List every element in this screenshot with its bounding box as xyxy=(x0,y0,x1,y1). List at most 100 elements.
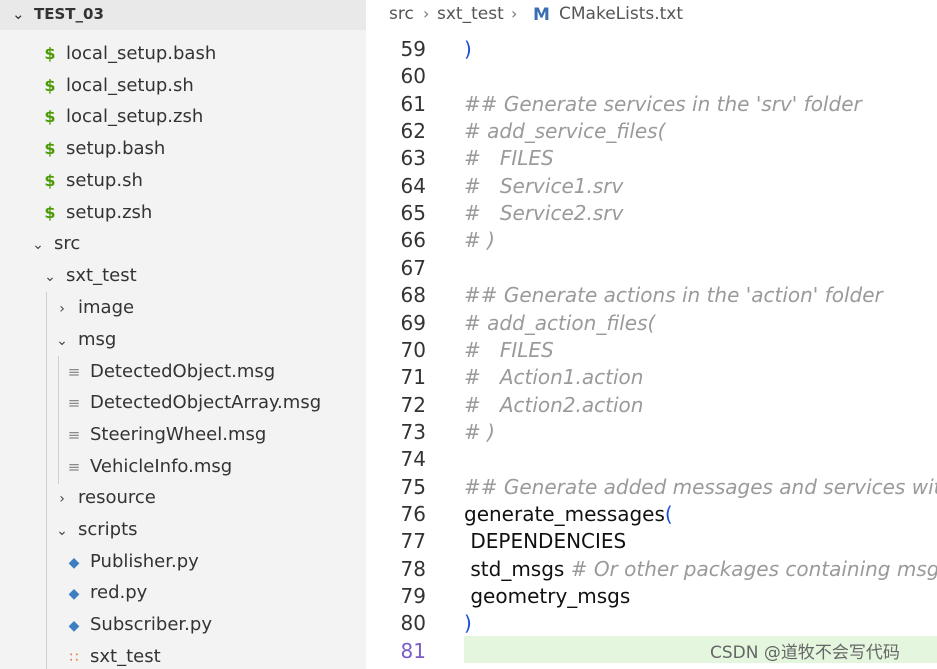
code-text: # Service2.srv xyxy=(464,201,624,225)
tree-item-label: Publisher.py xyxy=(90,551,199,572)
code-text: # FILES xyxy=(464,146,554,170)
tree-item-subscriber-py[interactable]: ◆ Subscriber.py xyxy=(64,610,212,640)
tree-indent-guide xyxy=(58,356,59,484)
line-number: 67 xyxy=(400,256,426,280)
chevron-right-icon: › xyxy=(423,4,430,23)
code-line[interactable]: std_msgs # Or other packages containing … xyxy=(464,556,937,583)
tree-folder-scripts[interactable]: ⌄ scripts xyxy=(52,515,137,545)
code-text: # ) xyxy=(464,420,495,444)
code-text: # Action2.action xyxy=(464,393,644,417)
code-line[interactable]: ## Generate services in the 'srv' folder xyxy=(464,91,862,118)
tree-indent-guide xyxy=(46,292,47,669)
tree-item-label: setup.bash xyxy=(66,138,166,159)
breadcrumb-item-sxt-test[interactable]: sxt_test xyxy=(437,4,504,24)
dollar-icon: $ xyxy=(44,203,56,222)
tree-item-detectedobject-msg[interactable]: ≡ DetectedObject.msg xyxy=(64,357,276,387)
tree-folder-src[interactable]: ⌄ src xyxy=(28,229,80,259)
chevron-right-icon: › xyxy=(511,4,518,23)
breadcrumb-item-cmakelists[interactable]: CMakeLists.txt xyxy=(559,4,683,24)
cmake-file-icon: M xyxy=(533,5,550,25)
code-line[interactable]: generate_messages( xyxy=(464,501,673,528)
line-number: 77 xyxy=(400,529,426,553)
tree-item-local-setup-sh[interactable]: $ local_setup.sh xyxy=(40,71,193,101)
explorer-root-title: TEST_03 xyxy=(34,5,104,23)
code-line[interactable]: # ) xyxy=(464,227,495,254)
code-text: ) xyxy=(464,37,472,61)
msg-file-icon: ≡ xyxy=(67,363,81,381)
tree-item-setup-zsh[interactable]: $ setup.zsh xyxy=(40,198,152,228)
line-number: 76 xyxy=(400,502,426,526)
tree-item-label: DetectedObject.msg xyxy=(90,361,276,382)
tree-item-label: VehicleInfo.msg xyxy=(90,456,233,477)
tree-item-publisher-py[interactable]: ◆ Publisher.py xyxy=(64,547,199,577)
line-number: 81 xyxy=(400,639,426,663)
line-number: 65 xyxy=(400,201,426,225)
python-icon: ◆ xyxy=(68,555,80,571)
msg-file-icon: ≡ xyxy=(67,394,81,412)
tree-item-label: setup.sh xyxy=(66,170,143,191)
tree-folder-resource[interactable]: › resource xyxy=(52,483,156,513)
chevron-right-icon: › xyxy=(59,301,65,317)
code-line[interactable]: ## Generate actions in the 'action' fold… xyxy=(464,282,883,309)
tree-item-label: local_setup.zsh xyxy=(66,106,204,127)
tree-folder-image[interactable]: › image xyxy=(52,293,134,323)
code-line[interactable]: # FILES xyxy=(464,337,554,364)
code-line[interactable]: # Action2.action xyxy=(464,392,643,419)
tree-item-red-py[interactable]: ◆ red.py xyxy=(64,578,148,608)
code-line[interactable]: # add_service_files( xyxy=(464,118,665,145)
code-text: std_msgs xyxy=(464,557,565,581)
tree-item-label: SteeringWheel.msg xyxy=(90,424,267,445)
line-number: 79 xyxy=(400,584,426,608)
code-line[interactable]: # Action1.action xyxy=(464,364,643,391)
tree-item-local-setup-bash[interactable]: $ local_setup.bash xyxy=(40,39,216,69)
msg-file-icon: ≡ xyxy=(67,426,81,444)
line-number: 73 xyxy=(400,420,426,444)
code-text: # add_service_files( xyxy=(464,119,666,143)
dollar-icon: $ xyxy=(44,44,56,63)
code-line[interactable]: ## Generate added messages and services … xyxy=(464,474,937,501)
dollar-icon: $ xyxy=(44,107,56,126)
chevron-right-icon: › xyxy=(59,491,65,507)
code-line[interactable]: # ) xyxy=(464,419,495,446)
code-editor[interactable]: src › sxt_test › M CMakeLists.txt 59) 60 6… xyxy=(366,0,937,669)
line-number: 70 xyxy=(400,338,426,362)
line-number: 74 xyxy=(400,447,426,471)
tree-item-setup-bash[interactable]: $ setup.bash xyxy=(40,134,165,164)
chevron-down-icon[interactable]: ⌄ xyxy=(12,5,25,23)
tree-folder-sxt-test[interactable]: ⌄ sxt_test xyxy=(40,261,137,291)
code-text: ## Generate actions in the 'action' fold… xyxy=(464,283,883,307)
chevron-down-icon: ⌄ xyxy=(56,523,68,539)
python-icon: ◆ xyxy=(68,618,80,634)
code-line[interactable]: # FILES xyxy=(464,145,554,172)
breadcrumb-item-src[interactable]: src xyxy=(389,4,414,24)
line-number: 80 xyxy=(400,611,426,635)
code-line[interactable]: # add_action_files( xyxy=(464,310,655,337)
tree-item-steeringwheel-msg[interactable]: ≡ SteeringWheel.msg xyxy=(64,420,267,450)
code-line[interactable]: DEPENDENCIES xyxy=(464,528,626,555)
breadcrumb: src › sxt_test › M CMakeLists.txt xyxy=(366,0,937,30)
line-number: 71 xyxy=(400,365,426,389)
tree-item-setup-sh[interactable]: $ setup.sh xyxy=(40,166,143,196)
tree-item-label: local_setup.bash xyxy=(66,43,217,64)
msg-file-icon: ≡ xyxy=(67,458,81,476)
explorer-root-header[interactable]: ⌄ TEST_03 xyxy=(0,0,366,30)
tree-item-detectedobjectarray-msg[interactable]: ≡ DetectedObjectArray.msg xyxy=(64,388,321,418)
tree-item-label: image xyxy=(78,297,135,318)
tree-item-sxt-test-file[interactable]: ∷ sxt_test xyxy=(64,642,161,669)
chevron-down-icon: ⌄ xyxy=(44,269,56,285)
tree-item-label: msg xyxy=(78,329,117,350)
code-line[interactable]: # Service1.srv xyxy=(464,173,623,200)
tree-item-label: red.py xyxy=(90,582,148,603)
code-text: # Service1.srv xyxy=(464,174,624,198)
code-line[interactable]: ) xyxy=(464,610,472,637)
line-number: 59 xyxy=(400,37,426,61)
code-text: ## Generate added messages and services … xyxy=(464,475,937,499)
tree-item-label: setup.zsh xyxy=(66,202,153,223)
code-line[interactable]: # Service2.srv xyxy=(464,200,623,227)
tree-folder-msg[interactable]: ⌄ msg xyxy=(52,325,116,355)
tree-item-label: sxt_test xyxy=(66,265,137,286)
code-line[interactable]: geometry_msgs xyxy=(464,583,630,610)
tree-item-local-setup-zsh[interactable]: $ local_setup.zsh xyxy=(40,102,203,132)
code-line[interactable]: ) xyxy=(464,36,472,63)
tree-item-vehicleinfo-msg[interactable]: ≡ VehicleInfo.msg xyxy=(64,452,232,482)
